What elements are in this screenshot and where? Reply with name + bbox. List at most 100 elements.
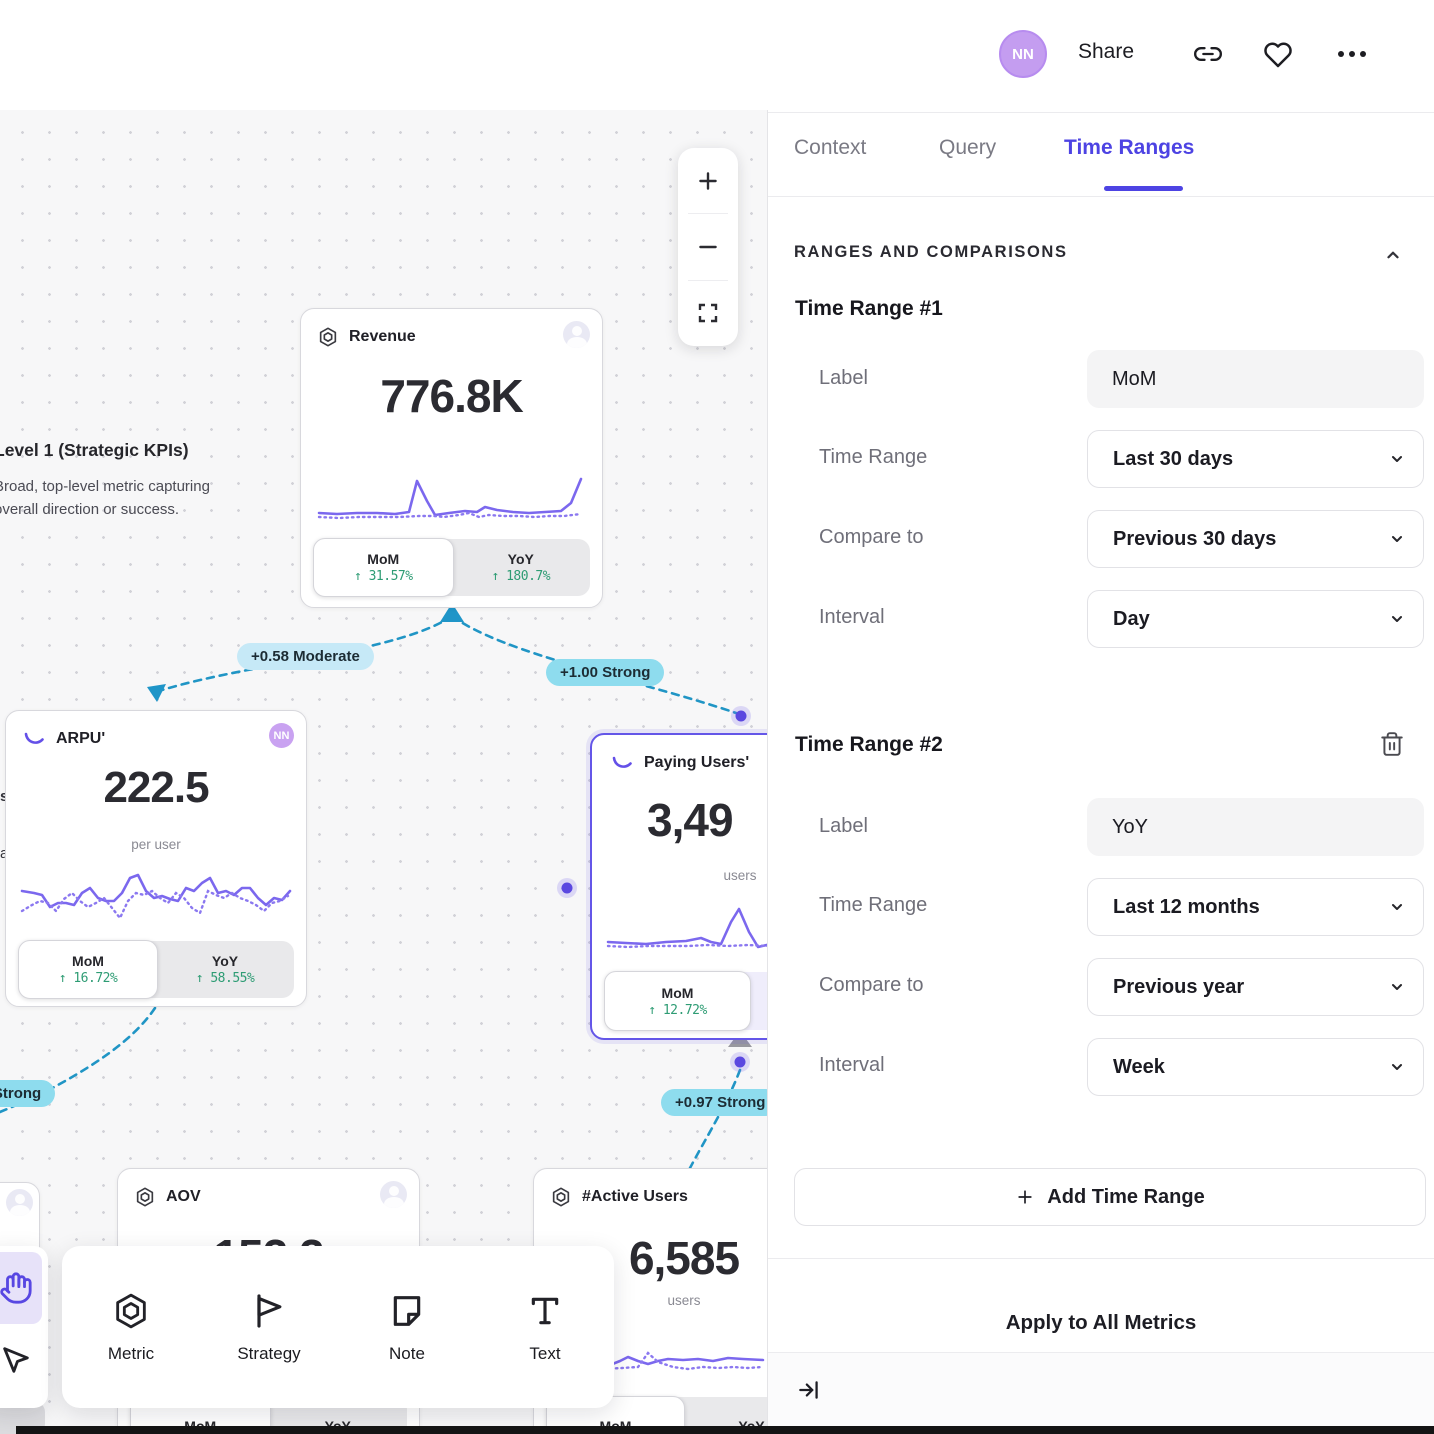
comparison-mom[interactable]: MoM ↑ 16.72% [18,940,158,999]
metric-hexagon-icon [550,1186,572,1208]
label-field-label: Label [819,367,868,390]
share-button[interactable]: Share [1078,40,1134,64]
toolbar-item-text[interactable]: Text [476,1246,614,1408]
toolbar-item-label: Note [389,1344,425,1364]
compare-to-select[interactable]: Previous year [1087,958,1424,1016]
link-icon[interactable] [1194,40,1222,68]
metric-tree-canvas[interactable]: +0.58 Moderate +1.00 Strong 66 Strong +0… [0,0,767,1434]
window-bottom-edge [16,1426,1434,1434]
comparison-yoy[interactable]: YoY ↑ 180.7% [452,539,591,596]
tab-query[interactable]: Query [939,136,996,160]
plus-icon [695,168,721,194]
correlation-badge[interactable]: +0.58 Moderate [237,643,374,670]
metric-card-revenue[interactable]: Revenue 776.8K MoM ↑ 31.57% YoY ↑ 180.7% [300,308,603,608]
settings-panel: Context Query Time Ranges RANGES AND COM… [767,0,1434,1434]
comparison-value: ↑ 58.55% [196,971,255,986]
comparison-toggle: MoM ↑ 16.72% YoY ↑ 58.55% [18,941,294,998]
assignee-avatar[interactable] [380,1181,407,1208]
label-field-label: Label [819,815,868,838]
fit-view-button[interactable] [678,281,738,346]
compare-to-field-label: Compare to [819,526,924,549]
label-input-value: MoM [1087,368,1156,391]
comparison-mom[interactable]: MoM ↑ 12.72% [604,971,751,1031]
comparison-label: YoY [508,551,534,567]
metric-card-title: Revenue [349,328,416,346]
chevron-up-icon[interactable] [1384,246,1402,264]
comparison-label: MoM [72,953,104,969]
zoom-control [678,148,738,346]
user-avatar[interactable]: NN [999,30,1047,78]
add-time-range-button[interactable]: Add Time Range [794,1168,1426,1226]
metric-card-title: ARPU' [56,730,105,748]
select-value: Previous 30 days [1088,528,1276,551]
assignee-avatar[interactable] [6,1189,33,1216]
plus-icon [1015,1187,1035,1207]
select-value: Last 12 months [1088,896,1260,919]
tab-context[interactable]: Context [794,136,866,160]
zoom-in-button[interactable] [678,148,738,213]
metric-hexagon-icon [134,1186,156,1208]
fullscreen-icon [696,301,720,325]
select-value: Day [1088,608,1150,631]
group-annotation-desc: Broad, top-level metric capturing [0,475,210,498]
interval-select[interactable]: Week [1087,1038,1424,1096]
toolbar-item-note[interactable]: Note [338,1246,476,1408]
correlation-badge[interactable]: 66 Strong [0,1080,55,1107]
metric-card-arpu[interactable]: ARPU' NN 222.5 per user MoM ↑ 16.72% YoY… [5,710,307,1007]
metric-card-title: AOV [166,1188,201,1206]
metric-unit: per user [6,837,306,852]
owner-avatar[interactable]: NN [269,723,294,748]
metric-card-title: #Active Users [582,1188,688,1206]
group-annotation-desc: overall direction or success. [0,498,210,521]
toolbar-item-metric[interactable]: Metric [62,1246,200,1408]
heart-icon[interactable] [1263,40,1293,70]
metric-value: 3,49 [647,793,733,847]
assignee-avatar[interactable] [563,321,590,348]
group-annotation: Level 1 (Strategic KPIs) Broad, top-leve… [0,440,210,521]
loading-arc-icon [22,727,46,751]
chevron-down-icon [1389,611,1405,627]
comparison-toggle: MoM ↑ 12.72% [604,972,767,1030]
zoom-out-button[interactable] [678,214,738,279]
collapse-panel-icon[interactable] [796,1377,822,1403]
comparison-label: MoM [367,551,399,567]
trash-icon[interactable] [1379,731,1405,757]
label-input[interactable]: YoY [1087,798,1424,856]
tab-time-ranges[interactable]: Time Ranges [1064,136,1194,160]
group-annotation-title: Level 1 (Strategic KPIs) [0,440,210,461]
compare-to-select[interactable]: Previous 30 days [1087,510,1424,568]
interval-select[interactable]: Day [1087,590,1424,648]
sparkline [20,861,292,937]
comparison-label: MoM [662,985,694,1001]
time-range-select[interactable]: Last 12 months [1087,878,1424,936]
flag-icon [249,1291,289,1331]
select-tool-button[interactable] [0,1324,42,1396]
sparkline [606,900,767,960]
comparison-yoy[interactable]: YoY ↑ 58.55% [156,941,294,998]
apply-all-metrics-button[interactable]: Apply to All Metrics [768,1311,1434,1335]
metric-card-paying-users[interactable]: Paying Users' 3,49 users MoM ↑ 12.72% [590,733,767,1040]
correlation-badge[interactable]: +0.97 Strong [661,1089,767,1116]
comparison-value: ↑ 180.7% [491,569,550,584]
time-range-select[interactable]: Last 30 days [1087,430,1424,488]
canvas-toolbar: Metric Strategy Note Text [62,1246,614,1408]
toolbar-item-strategy[interactable]: Strategy [200,1246,338,1408]
hand-tool-button[interactable] [0,1252,42,1324]
more-options-icon[interactable] [1336,48,1368,60]
chevron-down-icon [1389,451,1405,467]
time-range-2-title: Time Range #2 [795,733,943,757]
comparison-value: ↑ 12.72% [648,1003,707,1018]
toolbar-item-label: Strategy [237,1344,300,1364]
comparison-mom[interactable]: MoM ↑ 31.57% [313,538,454,597]
metric-value: 776.8K [301,369,602,423]
chevron-down-icon [1389,1059,1405,1075]
select-value: Last 30 days [1088,448,1233,471]
minus-icon [695,234,721,260]
toolbar-item-label: Text [529,1344,560,1364]
comparison-toggle: MoM ↑ 31.57% YoY ↑ 180.7% [313,539,590,596]
interval-field-label: Interval [819,1054,885,1077]
chevron-down-icon [1389,899,1405,915]
label-input[interactable]: MoM [1087,350,1424,408]
correlation-badge[interactable]: +1.00 Strong [546,659,664,686]
select-value: Previous year [1088,976,1244,999]
